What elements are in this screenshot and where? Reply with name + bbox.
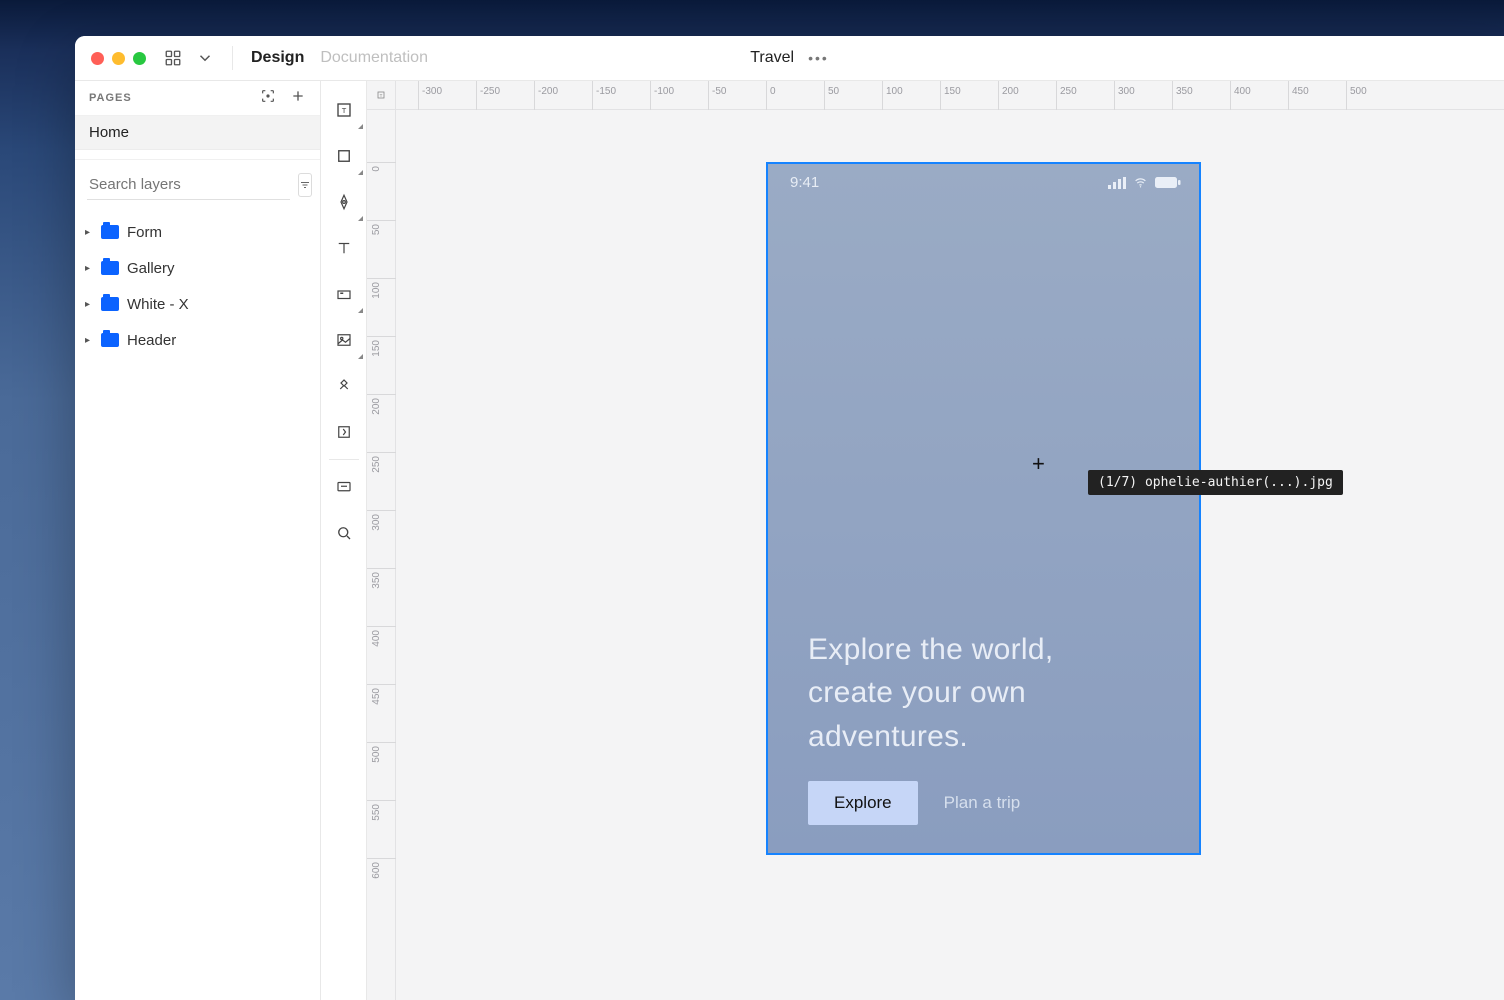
signal-icon [1108, 177, 1126, 189]
caret-icon: ▸ [85, 263, 93, 274]
tool-pen[interactable] [321, 179, 367, 225]
layer-label: White - X [127, 296, 189, 313]
mode-tabs: Design Documentation [251, 49, 428, 67]
tool-frame[interactable]: T [321, 87, 367, 133]
hero-line: create your own [808, 671, 1159, 715]
layer-tree: ▸ Form ▸ Gallery ▸ White - X ▸ Header [75, 208, 320, 364]
target-icon[interactable] [260, 88, 276, 109]
tool-hotspot[interactable] [321, 409, 367, 455]
folder-icon [101, 333, 119, 347]
main: PAGES Home ▸ Form ▸ Gallery ▸ White - X ▸ He… [75, 81, 1504, 1000]
tool-strip: T [321, 81, 367, 1000]
hero-line: Explore the world, [808, 628, 1159, 672]
layer-label: Header [127, 332, 176, 349]
page-home[interactable]: Home [75, 116, 320, 150]
apps-grid-button[interactable] [164, 49, 214, 67]
pages-label: PAGES [89, 92, 132, 104]
crosshair-cursor: + [1032, 453, 1045, 475]
svg-text:T: T [341, 106, 346, 115]
tool-comment[interactable] [321, 464, 367, 510]
folder-icon [101, 225, 119, 239]
title-text: Travel [750, 49, 794, 67]
search-layers-input[interactable] [87, 170, 290, 200]
folder-icon [101, 261, 119, 275]
maximize-window-btn[interactable] [133, 52, 146, 65]
tab-documentation[interactable]: Documentation [320, 49, 428, 67]
titlebar: Design Documentation Travel ••• [75, 36, 1504, 81]
folder-icon [101, 297, 119, 311]
artboard-phone[interactable]: 9:41 Explore the world, create your own … [766, 162, 1201, 855]
more-menu-button[interactable]: ••• [808, 50, 829, 66]
close-window-btn[interactable] [91, 52, 104, 65]
tool-rectangle[interactable] [321, 133, 367, 179]
minimize-window-btn[interactable] [112, 52, 125, 65]
add-page-button[interactable] [290, 88, 306, 109]
ruler-origin[interactable]: T [367, 81, 396, 110]
layer-gallery[interactable]: ▸ Gallery [75, 250, 320, 286]
canvas-area[interactable]: T -300-250-200-150-100-50050100150200250… [367, 81, 1504, 1000]
caret-icon: ▸ [85, 335, 93, 346]
phone-statusbar: 9:41 [768, 164, 1199, 191]
tool-image[interactable] [321, 317, 367, 363]
traffic-lights [91, 52, 146, 65]
hero-line: adventures. [808, 715, 1159, 759]
explore-button[interactable]: Explore [808, 781, 918, 825]
layer-header[interactable]: ▸ Header [75, 322, 320, 358]
ruler-vertical[interactable]: 050100150200250300350400450500550600 [367, 110, 396, 1000]
layer-white-x[interactable]: ▸ White - X [75, 286, 320, 322]
tool-search[interactable] [321, 510, 367, 556]
plan-trip-button[interactable]: Plan a trip [944, 793, 1021, 813]
tool-text[interactable] [321, 225, 367, 271]
battery-icon [1155, 176, 1181, 189]
status-time: 9:41 [790, 174, 819, 191]
filter-button[interactable] [298, 173, 312, 197]
hero-headline: Explore the world, create your own adven… [808, 628, 1159, 759]
tool-slice[interactable] [321, 271, 367, 317]
canvas[interactable]: 9:41 Explore the world, create your own … [396, 110, 1504, 1000]
caret-icon: ▸ [85, 299, 93, 310]
divider [232, 46, 233, 70]
drag-tooltip: (1/7) ophelie-authier(...).jpg [1088, 470, 1343, 495]
svg-text:T: T [380, 93, 383, 98]
pages-header: PAGES [75, 81, 320, 116]
wifi-icon [1132, 176, 1149, 189]
tab-design[interactable]: Design [251, 49, 304, 67]
layer-label: Form [127, 224, 162, 241]
ruler-horizontal[interactable]: -300-250-200-150-100-5005010015020025030… [396, 81, 1504, 110]
document-title: Travel ••• [750, 49, 829, 67]
layer-label: Gallery [127, 260, 175, 277]
tool-component[interactable] [321, 363, 367, 409]
chevron-down-icon [196, 49, 214, 67]
layer-form[interactable]: ▸ Form [75, 214, 320, 250]
sidebar: PAGES Home ▸ Form ▸ Gallery ▸ White - X ▸ He… [75, 81, 321, 1000]
app-window: Design Documentation Travel ••• PAGES Ho… [75, 36, 1504, 1000]
caret-icon: ▸ [85, 227, 93, 238]
